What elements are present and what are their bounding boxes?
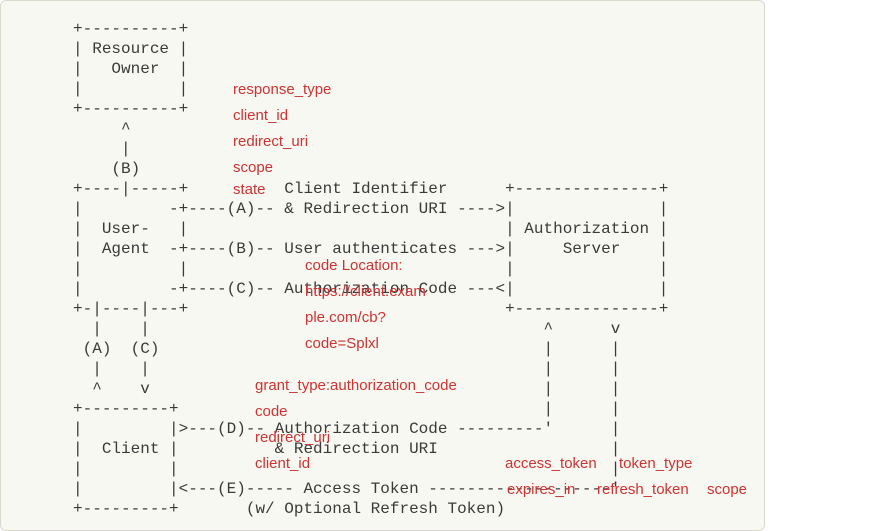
ascii-flow-diagram: +----------+ | Resource | | Owner | | | … [25, 19, 740, 519]
oauth-authcode-diagram-panel: +----------+ | Resource | | Owner | | | … [0, 0, 765, 531]
